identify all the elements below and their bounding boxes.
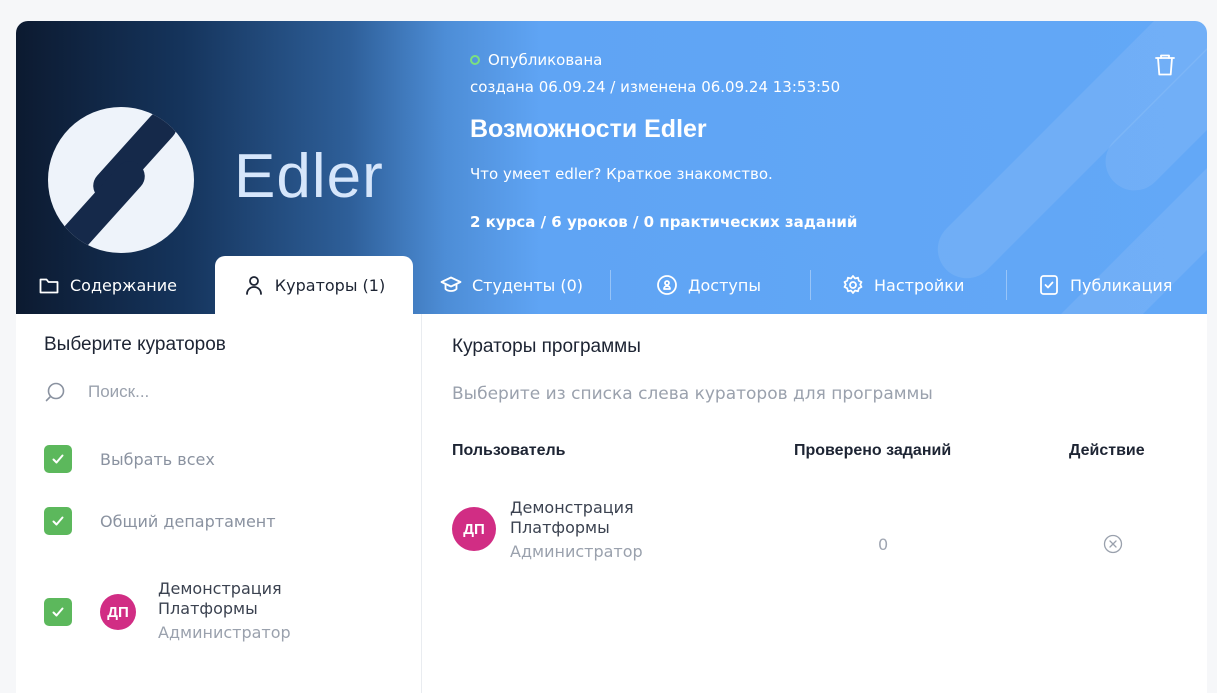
checkmark-icon [52, 607, 64, 617]
tab-access[interactable]: Доступы [656, 256, 761, 314]
select-all-checkbox[interactable] [44, 445, 72, 473]
tab-curators[interactable]: Кураторы (1) [215, 256, 413, 314]
column-header-action: Действие [1069, 442, 1145, 459]
user-name: Демонстрация Платформы [510, 498, 634, 537]
checked-count: 0 [878, 535, 889, 554]
program-subtitle: Что умеет edler? Краткое знакомство. [470, 165, 773, 183]
curators-heading: Кураторы программы [452, 336, 641, 357]
select-all-label: Выбрать всех [100, 449, 215, 469]
user-info: Демонстрация Платформы Администратор [158, 579, 318, 642]
status-dot-icon [470, 55, 480, 65]
tab-content[interactable]: Содержание [38, 256, 177, 314]
user-row[interactable]: ДП Демонстрация Платформы Администратор [44, 579, 318, 642]
department-label: Общий департамент [100, 511, 276, 531]
remove-curator-icon[interactable] [1103, 534, 1123, 554]
tab-publication[interactable]: Публикация [1038, 256, 1172, 314]
shield-icon [657, 275, 677, 295]
program-card: Edler Опубликована создана 06.09.24 / из… [16, 21, 1207, 693]
tab-label: Студенты (0) [472, 275, 584, 295]
checkmark-icon [52, 454, 64, 464]
user-role: Администратор [158, 623, 291, 642]
curator-picker: Выберите кураторов Выбрать всех Общий де… [16, 314, 422, 693]
tab-students[interactable]: Студенты (0) [440, 256, 583, 314]
curators-hint: Выберите из списка слева кураторов для п… [452, 384, 933, 404]
user-role: Администратор [510, 542, 643, 561]
tab-label: Доступы [688, 275, 761, 295]
tab-divider [1006, 270, 1007, 300]
table-row: ДП Демонстрация Платформы Администратор [452, 498, 670, 561]
user-icon [245, 276, 262, 295]
column-header-checked: Проверено заданий [794, 442, 952, 459]
program-curators: Кураторы программы Выберите из списка сл… [423, 314, 1207, 693]
gear-icon [843, 275, 863, 294]
tab-label: Содержание [70, 275, 177, 295]
checkmark-square-icon [1040, 275, 1058, 295]
tab-label: Кураторы (1) [274, 275, 386, 295]
user-info: Демонстрация Платформы Администратор [510, 498, 670, 561]
department-checkbox[interactable] [44, 507, 72, 535]
user-checkbox[interactable] [44, 598, 72, 626]
column-header-user: Пользователь [452, 442, 566, 459]
search-box [44, 377, 384, 407]
status-text: Опубликована [488, 51, 603, 69]
program-banner: Edler Опубликована создана 06.09.24 / из… [16, 21, 1207, 314]
program-stats: 2 курса / 6 уроков / 0 практических зада… [470, 213, 858, 231]
status-badge: Опубликована [470, 51, 602, 69]
search-input[interactable] [88, 382, 368, 402]
tab-label: Настройки [874, 275, 965, 295]
picker-heading: Выберите кураторов [44, 334, 226, 355]
edler-logo-icon [48, 107, 194, 253]
graduation-cap-icon [440, 276, 462, 292]
user-name: Демонстрация Платформы [158, 579, 282, 618]
search-icon [45, 382, 65, 402]
logo-text: Edler [234, 142, 384, 211]
avatar: ДП [452, 507, 496, 551]
tab-divider [610, 270, 611, 300]
program-title: Возможности Edler [470, 115, 707, 143]
select-all-row[interactable]: Выбрать всех [44, 445, 215, 473]
trash-icon[interactable] [1153, 52, 1177, 78]
checkmark-icon [52, 516, 64, 526]
tab-label: Публикация [1070, 275, 1173, 295]
program-dates: создана 06.09.24 / изменена 06.09.24 13:… [470, 78, 841, 96]
tab-settings[interactable]: Настройки [842, 256, 964, 314]
department-row[interactable]: Общий департамент [44, 507, 276, 535]
tab-divider [810, 270, 811, 300]
tab-bar: Содержание Кураторы (1) Студенты (0) Дос… [16, 256, 1207, 314]
folder-icon [39, 278, 59, 294]
avatar: ДП [100, 594, 136, 630]
